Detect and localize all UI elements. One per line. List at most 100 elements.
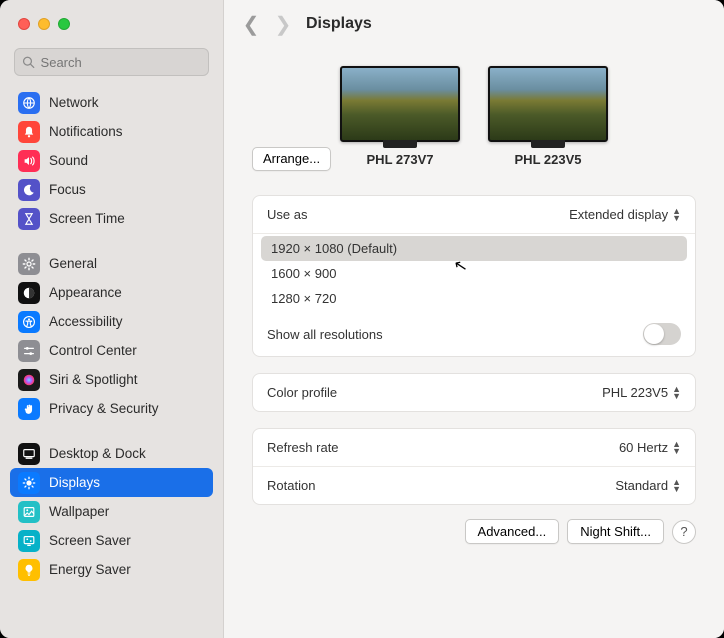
back-button[interactable]: ❮ (242, 12, 260, 37)
use-as-card: Use as Extended display ▲▼ 1920 × 1080 (… (252, 195, 696, 357)
sidebar-item-label: Focus (49, 182, 86, 197)
updown-icon: ▲▼ (672, 208, 681, 222)
sidebar-item-label: Notifications (49, 124, 123, 139)
sidebar-item-accessibility[interactable]: Accessibility (10, 307, 213, 336)
monitor-label: PHL 223V5 (515, 152, 582, 167)
footer-buttons: Advanced... Night Shift... ? (252, 519, 696, 544)
sidebar-item-desktop-dock[interactable]: Desktop & Dock (10, 439, 213, 468)
resolution-list: 1920 × 1080 (Default)1600 × 9001280 × 72… (253, 234, 695, 319)
display-options-card: Refresh rate 60 Hertz ▲▼ Rotation Standa… (252, 428, 696, 505)
content-body: PHL 273V7 PHL 223V5 Arrange... ↖ Use as … (224, 48, 724, 638)
help-button[interactable]: ? (672, 520, 696, 544)
advanced-button[interactable]: Advanced... (465, 519, 560, 544)
page-title: Displays (306, 15, 372, 33)
sidebar-item-label: Privacy & Security (49, 401, 159, 416)
show-all-resolutions-toggle[interactable] (643, 323, 681, 345)
sidebar-item-label: Sound (49, 153, 88, 168)
sidebar-item-label: Appearance (49, 285, 122, 300)
sidebar-item-general[interactable]: General (10, 249, 213, 278)
sidebar-item-label: Network (49, 95, 99, 110)
sidebar-item-sound[interactable]: Sound (10, 146, 213, 175)
dock-icon (18, 443, 40, 465)
sidebar-list: Network Notifications Sound Focus Screen Tim… (0, 84, 223, 638)
monitor-label: PHL 273V7 (367, 152, 434, 167)
updown-icon: ▲▼ (672, 479, 681, 493)
sliders-icon (18, 340, 40, 362)
sidebar: Network Notifications Sound Focus Screen Tim… (0, 0, 224, 638)
close-window-button[interactable] (18, 18, 30, 30)
bulb-icon (18, 559, 40, 581)
refresh-rate-row[interactable]: Refresh rate 60 Hertz ▲▼ (253, 429, 695, 466)
sidebar-item-label: General (49, 256, 97, 271)
row-label: Rotation (267, 478, 315, 493)
system-settings-window: Network Notifications Sound Focus Screen Tim… (0, 0, 724, 638)
globe-icon (18, 92, 40, 114)
sidebar-item-label: Screen Saver (49, 533, 131, 548)
content-pane: ❮ ❯ Displays PHL 273V7 PHL 223V5 Arrange… (224, 0, 724, 638)
sidebar-item-label: Displays (49, 475, 100, 490)
search-icon (22, 55, 35, 69)
sidebar-item-siri-spotlight[interactable]: Siri & Spotlight (10, 365, 213, 394)
arrange-button[interactable]: Arrange... (252, 147, 331, 171)
sidebar-item-focus[interactable]: Focus (10, 175, 213, 204)
speaker-icon (18, 150, 40, 172)
sidebar-item-notifications[interactable]: Notifications (10, 117, 213, 146)
sidebar-item-label: Siri & Spotlight (49, 372, 138, 387)
updown-icon: ▲▼ (672, 441, 681, 455)
show-all-resolutions-row: Show all resolutions (253, 319, 695, 356)
sidebar-item-privacy-security[interactable]: Privacy & Security (10, 394, 213, 423)
color-profile-card: Color profile PHL 223V5 ▲▼ (252, 373, 696, 412)
sidebar-item-screen-time[interactable]: Screen Time (10, 204, 213, 233)
forward-button[interactable]: ❯ (274, 12, 292, 37)
screensaver-icon (18, 530, 40, 552)
access-icon (18, 311, 40, 333)
sidebar-item-label: Desktop & Dock (49, 446, 146, 461)
sidebar-item-displays[interactable]: Displays (10, 468, 213, 497)
sidebar-item-label: Screen Time (49, 211, 125, 226)
row-label: Show all resolutions (267, 327, 383, 342)
row-value: Standard (615, 478, 668, 493)
minimize-window-button[interactable] (38, 18, 50, 30)
updown-icon: ▲▼ (672, 386, 681, 400)
monitor-1[interactable]: PHL 273V7 (340, 66, 460, 167)
search-input[interactable] (41, 55, 201, 70)
resolution-option[interactable]: 1920 × 1080 (Default) (261, 236, 687, 261)
zoom-window-button[interactable] (58, 18, 70, 30)
gear-icon (18, 253, 40, 275)
hand-icon (18, 398, 40, 420)
sidebar-item-wallpaper[interactable]: Wallpaper (10, 497, 213, 526)
bell-icon (18, 121, 40, 143)
siri-icon (18, 369, 40, 391)
color-profile-row[interactable]: Color profile PHL 223V5 ▲▼ (253, 374, 695, 411)
sidebar-item-label: Control Center (49, 343, 137, 358)
sidebar-item-label: Energy Saver (49, 562, 131, 577)
window-controls (0, 0, 223, 48)
wallpaper-icon (18, 501, 40, 523)
sidebar-item-control-center[interactable]: Control Center (10, 336, 213, 365)
monitor-thumbnail (488, 66, 608, 142)
hourglass-icon (18, 208, 40, 230)
resolution-option[interactable]: 1600 × 900 (261, 261, 687, 286)
night-shift-button[interactable]: Night Shift... (567, 519, 664, 544)
use-as-row[interactable]: Use as Extended display ▲▼ (253, 196, 695, 233)
row-label: Refresh rate (267, 440, 339, 455)
search-field[interactable] (14, 48, 209, 76)
sidebar-item-network[interactable]: Network (10, 88, 213, 117)
sidebar-item-energy-saver[interactable]: Energy Saver (10, 555, 213, 584)
sun-icon (18, 472, 40, 494)
row-value: PHL 223V5 (602, 385, 668, 400)
sidebar-item-appearance[interactable]: Appearance (10, 278, 213, 307)
monitor-2[interactable]: PHL 223V5 (488, 66, 608, 167)
rotation-row[interactable]: Rotation Standard ▲▼ (253, 466, 695, 504)
moon-icon (18, 179, 40, 201)
sidebar-item-label: Accessibility (49, 314, 123, 329)
resolution-option[interactable]: 1280 × 720 (261, 286, 687, 311)
row-value: 60 Hertz (619, 440, 668, 455)
row-label: Color profile (267, 385, 337, 400)
row-value: Extended display (569, 207, 668, 222)
row-label: Use as (267, 207, 307, 222)
sidebar-item-label: Wallpaper (49, 504, 109, 519)
monitor-thumbnail (340, 66, 460, 142)
sidebar-item-screen-saver[interactable]: Screen Saver (10, 526, 213, 555)
appearance-icon (18, 282, 40, 304)
